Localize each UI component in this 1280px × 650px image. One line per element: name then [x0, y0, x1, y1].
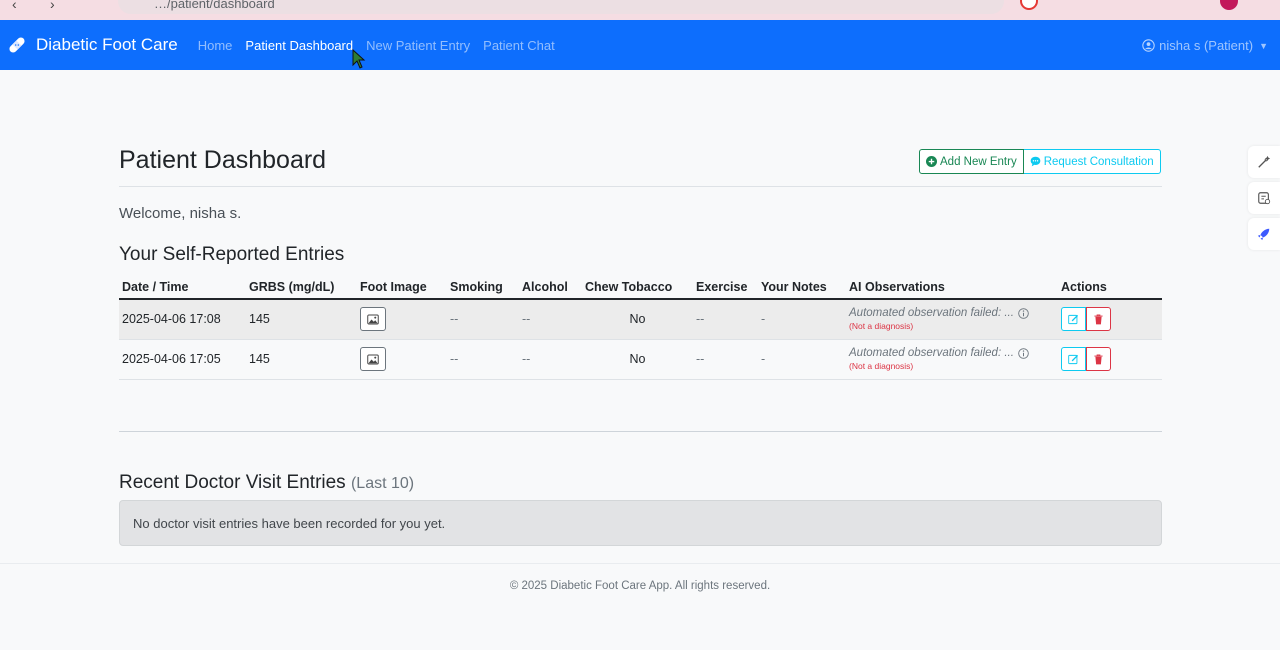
brand-name: Diabetic Foot Care: [36, 35, 178, 54]
navbar: Diabetic Foot Care Home Patient Dashboar…: [0, 20, 1280, 70]
edit-button[interactable]: [1061, 347, 1086, 371]
cell-grbs: 145: [246, 339, 357, 380]
extension-icon[interactable]: [1020, 0, 1038, 10]
table-row: 2025-04-06 17:05 145 -- -- No -- - Autom…: [119, 339, 1162, 380]
ai-disclaimer: (Not a diagnosis): [849, 361, 914, 371]
request-consultation-label: Request Consultation: [1043, 155, 1154, 168]
col-ai-observations: AI Observations: [846, 275, 1058, 300]
row-actions: [1061, 307, 1159, 332]
col-smoking: Smoking: [447, 275, 519, 300]
mouse-cursor-icon: [352, 49, 366, 69]
edit-button[interactable]: [1061, 307, 1086, 332]
trash-icon: [1094, 314, 1103, 325]
cell-datetime: 2025-04-06 17:08: [119, 299, 246, 340]
col-datetime: Date / Time: [119, 275, 246, 300]
header-actions: Add New Entry Request Consultation: [919, 149, 1161, 174]
doctor-visits-subtitle: (Last 10): [350, 475, 415, 492]
edit-icon: [1068, 314, 1079, 324]
cell-datetime: 2025-04-06 17:05: [119, 339, 246, 380]
address-bar[interactable]: …/patient/dashboard: [118, 0, 1004, 14]
cell-tobacco: No: [582, 339, 693, 380]
user-circle-icon: [1142, 39, 1155, 52]
col-chew-tobacco: Chew Tobacco: [582, 275, 693, 300]
footer-text: © 2025 Diabetic Foot Care App. All right…: [509, 580, 771, 592]
cell-foot-image: [357, 299, 447, 340]
cell-grbs: 145: [246, 299, 357, 340]
plus-circle-icon: [926, 156, 937, 167]
page-title: Patient Dashboard: [119, 146, 327, 174]
rocket-icon[interactable]: [1248, 218, 1280, 250]
info-icon[interactable]: [1018, 307, 1029, 319]
cell-smoking: --: [447, 339, 519, 380]
profile-avatar[interactable]: [1220, 0, 1238, 10]
add-new-entry-label: Add New Entry: [940, 155, 1017, 168]
cell-ai-observation: Automated observation failed: ... (Not a…: [846, 299, 1058, 340]
col-grbs: GRBS (mg/dL): [246, 275, 357, 300]
cell-ai-observation: Automated observation failed: ... (Not a…: [846, 339, 1058, 380]
col-notes: Your Notes: [758, 275, 846, 300]
footer: © 2025 Diabetic Foot Care App. All right…: [0, 563, 1280, 650]
nav-new-patient-entry[interactable]: New Patient Entry: [366, 38, 470, 53]
doctor-visits-title: Recent Doctor Visit Entries (Last 10): [119, 472, 414, 494]
cell-notes: -: [758, 299, 846, 340]
info-icon[interactable]: [1018, 347, 1029, 359]
trash-icon: [1094, 354, 1103, 364]
chat-icon: [1030, 156, 1041, 167]
cell-notes: -: [758, 339, 846, 380]
nav-home[interactable]: Home: [198, 38, 233, 53]
ai-observation: Automated observation failed: ...: [849, 347, 1055, 359]
col-actions: Actions: [1058, 275, 1162, 300]
delete-button[interactable]: [1086, 347, 1111, 371]
cell-exercise: --: [693, 299, 758, 340]
nav-patient-chat[interactable]: Patient Chat: [483, 38, 555, 53]
nav-links: Home Patient Dashboard New Patient Entry…: [198, 38, 568, 53]
self-reported-title: Your Self-Reported Entries: [119, 244, 345, 265]
side-toolbar: [1248, 146, 1280, 254]
add-new-entry-button[interactable]: Add New Entry: [919, 149, 1024, 174]
brand[interactable]: Diabetic Foot Care: [6, 34, 178, 56]
cell-tobacco: No: [582, 299, 693, 340]
magic-pen-icon[interactable]: [1248, 146, 1280, 178]
cell-exercise: --: [693, 339, 758, 380]
edit-icon: [1068, 354, 1079, 364]
forward-icon[interactable]: ›: [50, 0, 55, 12]
bandage-icon: [9, 37, 25, 53]
doctor-visits-title-text: Recent Doctor Visit Entries: [119, 472, 346, 493]
section-divider: [119, 431, 1162, 432]
view-image-button[interactable]: [360, 347, 386, 371]
back-icon[interactable]: ‹: [12, 0, 17, 12]
cell-alcohol: --: [519, 339, 582, 380]
user-menu[interactable]: nisha s (Patient) ▼: [1142, 38, 1268, 53]
page-header: Patient Dashboard Add New Entry Request …: [119, 142, 1162, 187]
user-name: nisha s (Patient): [1159, 38, 1254, 53]
image-icon: [367, 354, 379, 364]
col-alcohol: Alcohol: [519, 275, 582, 300]
ai-observation-text: Automated observation failed: ...: [849, 347, 1014, 359]
chevron-down-icon: ▼: [1259, 40, 1268, 51]
cell-foot-image: [357, 339, 447, 380]
nav-patient-dashboard[interactable]: Patient Dashboard: [245, 38, 353, 53]
browser-chrome: ‹ › …/patient/dashboard: [0, 0, 1280, 20]
cell-actions: [1058, 299, 1162, 340]
row-actions: [1061, 347, 1159, 371]
self-reported-table: Date / Time GRBS (mg/dL) Foot Image Smok…: [119, 275, 1162, 380]
cell-actions: [1058, 339, 1162, 380]
table-row: 2025-04-06 17:08 145 -- -- No -- - Autom…: [119, 299, 1162, 340]
col-foot-image: Foot Image: [357, 275, 447, 300]
ai-disclaimer: (Not a diagnosis): [849, 321, 914, 332]
ai-observation-text: Automated observation failed: ...: [849, 307, 1014, 320]
cell-alcohol: --: [519, 299, 582, 340]
delete-button[interactable]: [1086, 307, 1111, 332]
request-consultation-button[interactable]: Request Consultation: [1023, 149, 1161, 174]
image-icon: [367, 314, 379, 325]
cell-smoking: --: [447, 299, 519, 340]
doctor-visits-empty-alert: No doctor visit entries have been record…: [119, 500, 1162, 546]
note-icon[interactable]: [1248, 182, 1280, 214]
table-header-row: Date / Time GRBS (mg/dL) Foot Image Smok…: [119, 275, 1162, 300]
col-exercise: Exercise: [693, 275, 758, 300]
view-image-button[interactable]: [360, 307, 386, 332]
ai-observation: Automated observation failed: ...: [849, 307, 1055, 319]
welcome-text: Welcome, nisha s.: [119, 205, 242, 222]
